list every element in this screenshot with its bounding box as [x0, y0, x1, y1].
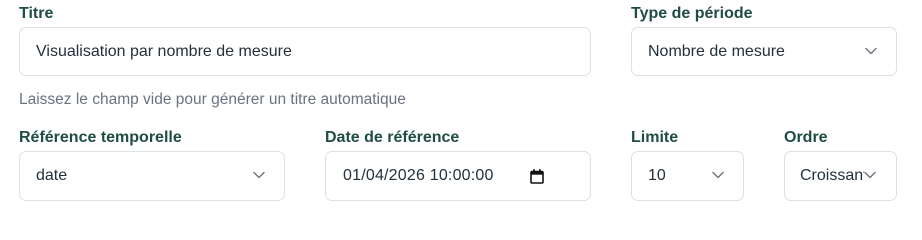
order-label: Ordre	[784, 129, 828, 146]
reference-date-label: Date de référence	[325, 129, 460, 146]
calendar-icon[interactable]	[530, 169, 544, 184]
limit-value: 10	[648, 167, 666, 184]
title-input-value: Visualisation par nombre de mesure	[36, 42, 292, 60]
period-type-value: Nombre de mesure	[648, 42, 785, 60]
limit-select[interactable]: 10	[631, 151, 744, 201]
limit-label: Limite	[631, 129, 679, 146]
chevron-down-icon	[865, 47, 877, 54]
chevron-down-icon	[864, 171, 876, 179]
title-input[interactable]: Visualisation par nombre de mesure	[19, 27, 591, 76]
time-reference-value: date	[36, 167, 68, 184]
period-type-label: Type de période	[631, 5, 753, 22]
reference-date-value: 01/04/2026 10:00:00	[343, 167, 494, 184]
chevron-down-icon	[712, 171, 724, 179]
time-reference-select[interactable]: date	[19, 151, 285, 201]
time-reference-label: Référence temporelle	[19, 129, 182, 146]
period-type-select[interactable]: Nombre de mesure	[631, 27, 897, 76]
title-help-text: Laissez le champ vide pour générer un ti…	[19, 91, 406, 108]
title-label: Titre	[19, 5, 54, 22]
chevron-down-icon	[253, 171, 265, 179]
order-value: Croissant	[800, 167, 864, 184]
reference-date-input[interactable]: 01/04/2026 10:00:00	[325, 151, 591, 201]
order-select[interactable]: Croissant	[784, 151, 897, 201]
